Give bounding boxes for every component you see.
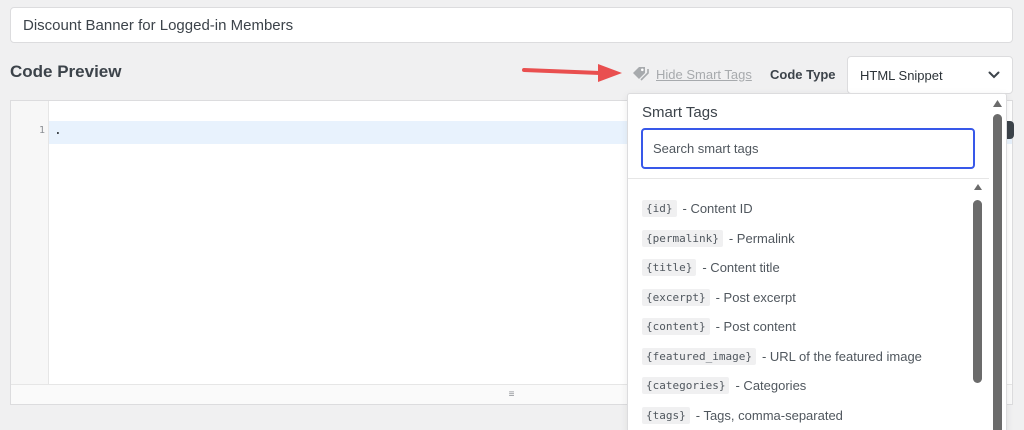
smart-tag-item[interactable]: {id} - Content ID [642, 194, 972, 224]
code-preview-title: Code Preview [10, 62, 122, 81]
smart-tag-code: {title} [642, 259, 697, 277]
snippet-title-input[interactable] [10, 7, 1013, 43]
smart-tag-item[interactable]: {excerpt} - Post excerpt [642, 283, 972, 313]
smart-tag-code: {excerpt} [642, 288, 710, 306]
smart-tag-item[interactable]: {permalink} - Permalink [642, 224, 972, 254]
smart-tag-desc: - Content ID [682, 201, 753, 217]
code-type-select[interactable]: HTML Snippet [847, 56, 1013, 94]
smart-tags-dropdown: Smart Tags {id}- Content ID {permalink}-… [627, 93, 1007, 430]
hide-smart-tags-label: Hide Smart Tags [656, 66, 752, 82]
smart-tag-item[interactable]: {title} - Content title [642, 253, 972, 283]
smart-tag-item[interactable]: {tags} - Tags, comma-separated [642, 401, 972, 430]
scroll-thumb[interactable] [993, 114, 1002, 430]
smart-tag-desc: - Post content [715, 319, 796, 335]
code-type-label: Code Type [770, 67, 836, 82]
smart-tags-title: Smart Tags [642, 104, 718, 121]
annotation-arrow [522, 64, 622, 82]
smart-tag-code: {content} [642, 318, 710, 336]
code-type-selected: HTML Snippet [860, 67, 943, 83]
smart-tag-item[interactable]: {categories} - Categories [642, 371, 972, 401]
chevron-down-icon [988, 71, 1000, 79]
smart-tag-code: {featured_image} [642, 347, 756, 365]
smart-tag-desc: - Post excerpt [715, 289, 796, 305]
code-line[interactable]: . [54, 123, 62, 138]
tag-icon [633, 67, 649, 81]
smart-tags-list: {id} - Content ID {permalink} - Permalink … [642, 194, 972, 430]
editor-scroll-marker [1006, 121, 1014, 139]
smart-tag-desc: - Content title [702, 260, 780, 276]
scroll-up-icon[interactable] [992, 99, 1003, 108]
divider [628, 178, 990, 179]
smart-tags-search-input[interactable] [641, 128, 975, 169]
smart-tag-desc: - Categories [735, 378, 807, 394]
smart-tag-desc: - URL of the featured image [761, 348, 922, 364]
hide-smart-tags-link[interactable]: Hide Smart Tags [632, 66, 752, 82]
smart-tag-desc: - Tags, comma-separated [695, 407, 843, 423]
line-gutter [11, 101, 49, 384]
smart-tag-code: {tags} [642, 406, 690, 424]
line-number: 1 [38, 125, 45, 136]
scroll-up-icon[interactable] [973, 183, 983, 191]
scroll-thumb[interactable] [973, 200, 982, 383]
smart-tags-list-scrollbar[interactable] [971, 180, 985, 430]
smart-tag-item[interactable]: {featured_image} - URL of the featured im… [642, 342, 972, 372]
dropdown-scrollbar[interactable] [989, 94, 1006, 430]
smart-tag-code: {categories} [642, 377, 730, 395]
smart-tag-code: {permalink} [642, 229, 723, 247]
resize-grip-icon: ≡ [508, 389, 515, 400]
smart-tag-desc: - Permalink [728, 230, 795, 246]
smart-tag-code: {id} [642, 200, 677, 218]
smart-tag-item[interactable]: {content} - Post content [642, 312, 972, 342]
